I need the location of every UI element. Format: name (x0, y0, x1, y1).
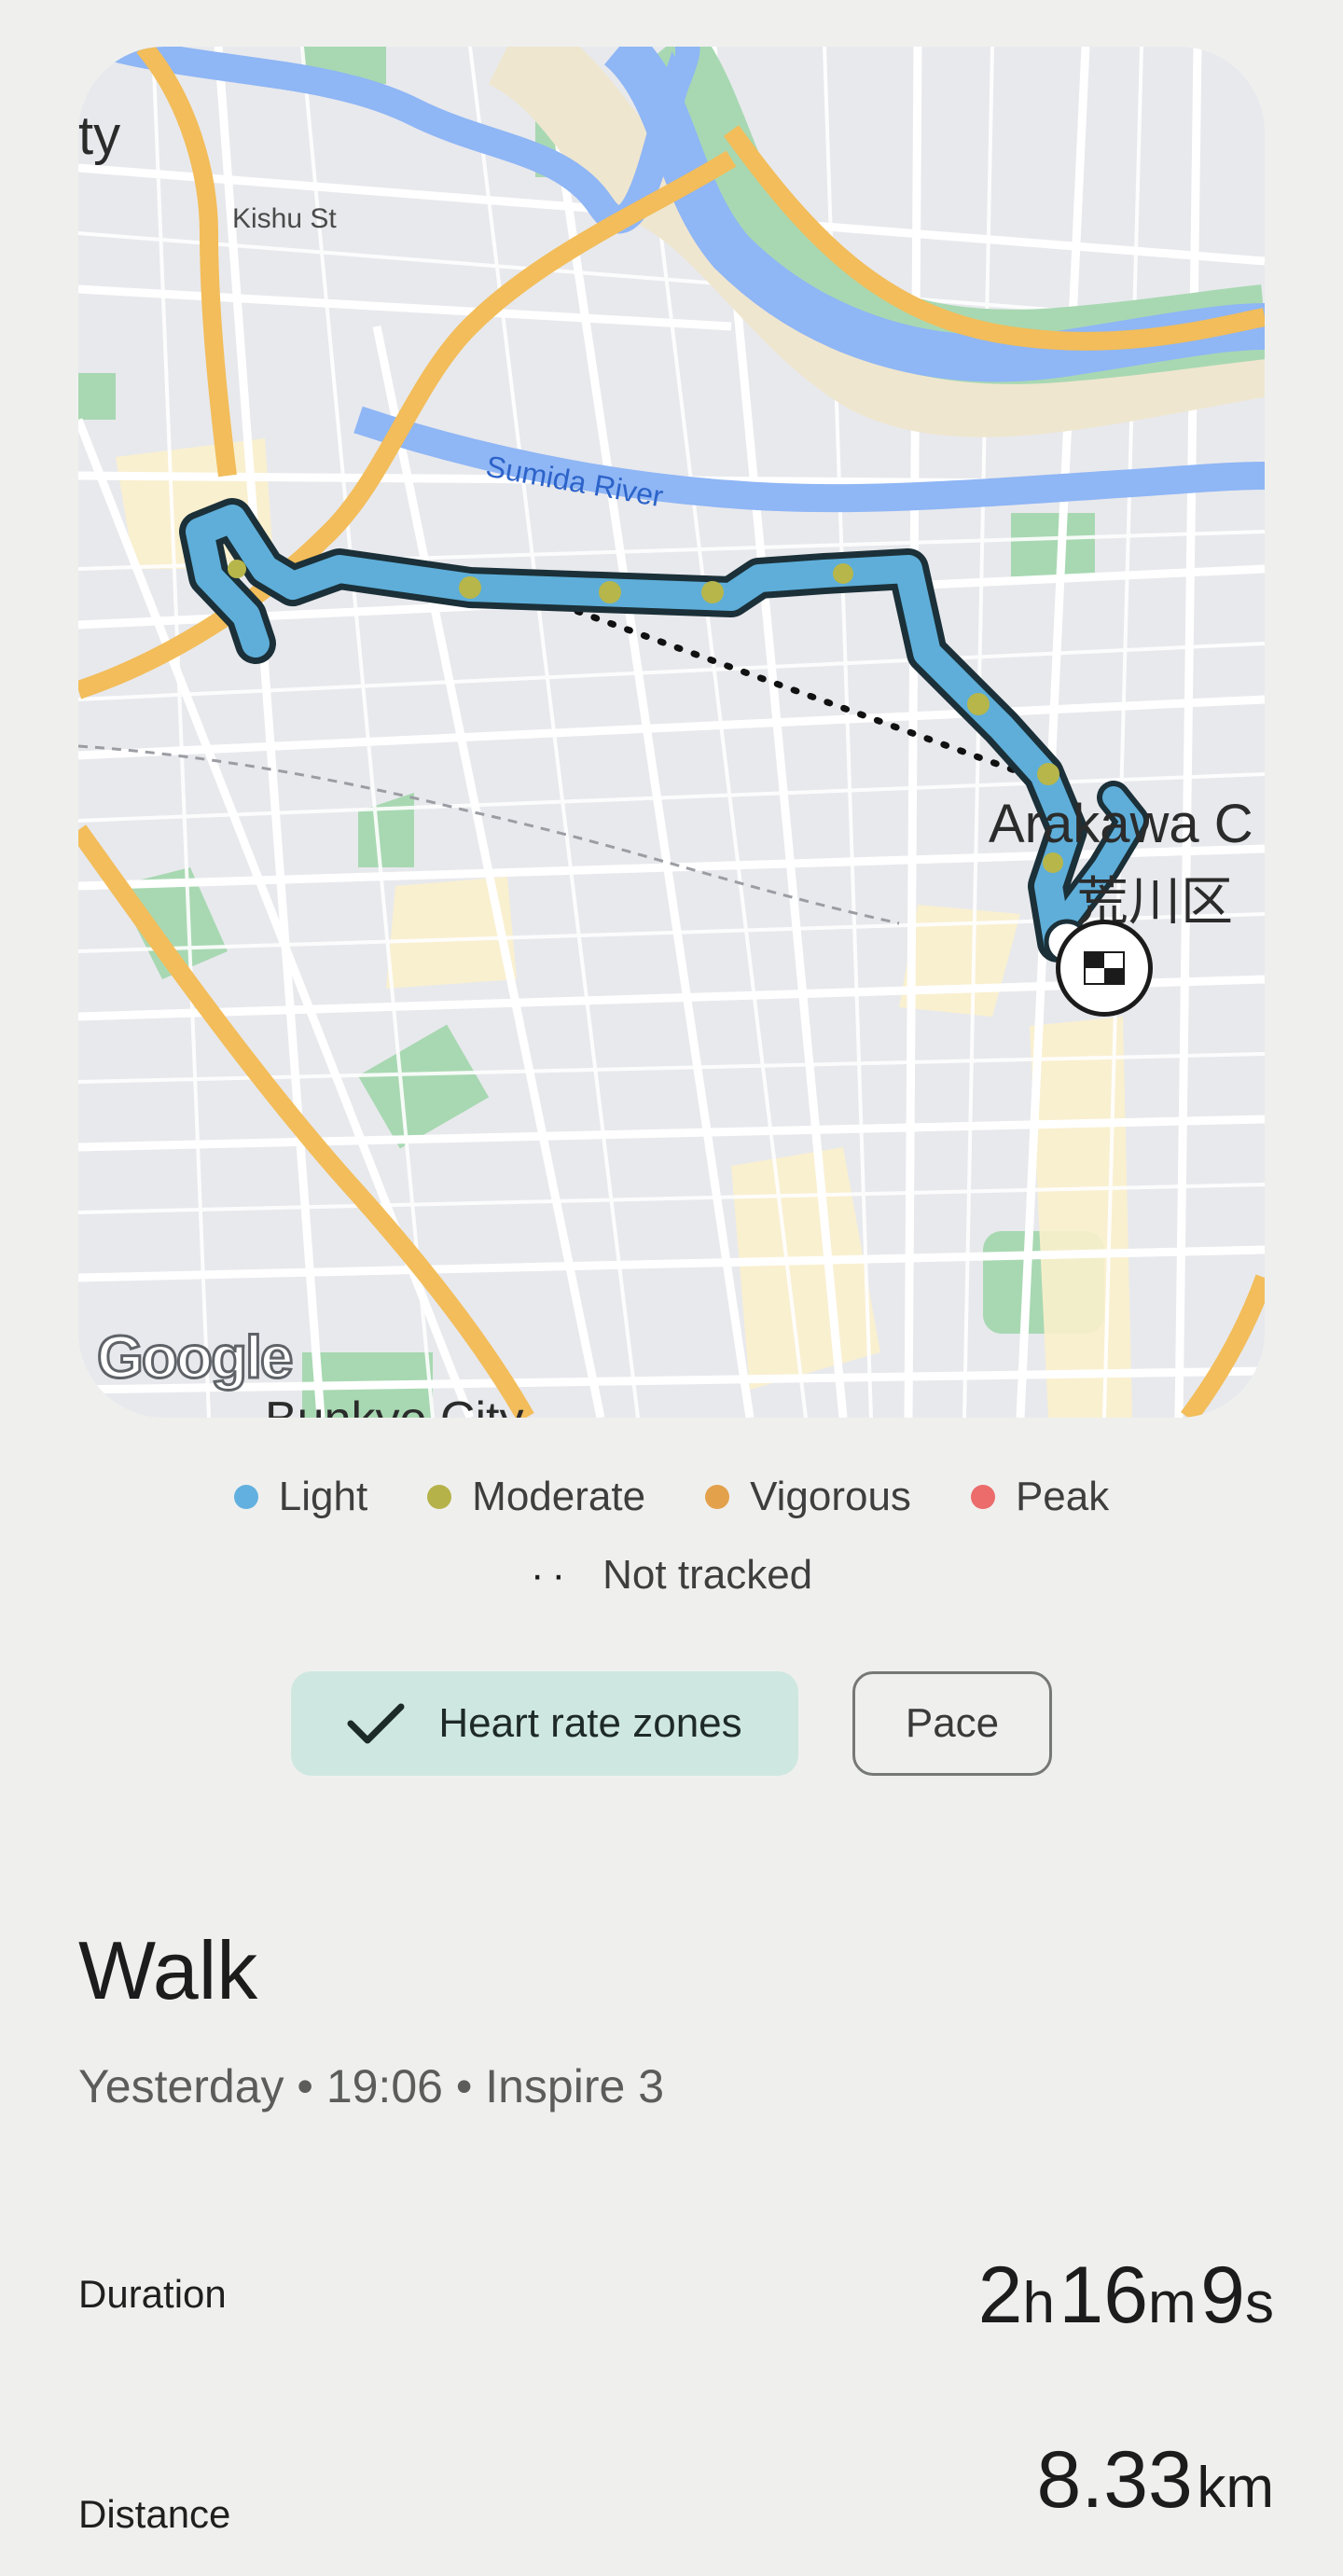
legend-item-peak: Peak (970, 1474, 1109, 1520)
duration-label: Duration (78, 2272, 227, 2316)
google-logo: Google (95, 1323, 294, 1392)
finish-marker[interactable] (1056, 920, 1153, 1017)
map-mode-toggles: Heart rate zones Pace (0, 1671, 1343, 1776)
peak-dot-icon (970, 1485, 995, 1509)
map-label-city: ty (78, 105, 121, 166)
legend-zones: Light Moderate Vigorous Peak (0, 1469, 1343, 1525)
route-map[interactable]: ty Kishu St Sumida River Arakawa C 荒川区 B… (78, 47, 1265, 1418)
check-icon (347, 1703, 405, 1744)
activity-title: Walk (78, 1924, 258, 2016)
distance-label: Distance (78, 2492, 231, 2536)
heart-rate-zones-label: Heart rate zones (438, 1700, 742, 1746)
duration-value: 2h 16m 9s (977, 2251, 1274, 2340)
activity-subtitle: Yesterday • 19:06 • Inspire 3 (78, 2060, 665, 2112)
map-label-bunkyo: Bunkyo City (265, 1392, 523, 1418)
distance-value: 8.33 km (1036, 2435, 1275, 2525)
map-label-arakawa: Arakawa C (989, 794, 1253, 854)
map-legend: Light Moderate Vigorous Peak ·· Not trac… (0, 1469, 1343, 1603)
legend-not-tracked: ·· Not tracked (0, 1547, 1343, 1603)
legend-item-moderate: Moderate (427, 1474, 645, 1520)
heart-rate-zones-chip[interactable]: Heart rate zones (291, 1671, 798, 1776)
legend-item-light: Light (233, 1474, 367, 1520)
checkered-flag-icon (1084, 951, 1125, 985)
legend-item-not-tracked: ·· Not tracked (530, 1552, 813, 1598)
map-label-kishu-st: Kishu St (232, 203, 337, 234)
light-dot-icon (233, 1485, 258, 1509)
legend-item-vigorous: Vigorous (705, 1474, 911, 1520)
moderate-dot-icon (427, 1485, 452, 1509)
pace-label: Pace (905, 1700, 1000, 1746)
dotted-line-icon: ·· (530, 1552, 574, 1598)
vigorous-dot-icon (705, 1485, 730, 1509)
map-canvas (78, 47, 1265, 1418)
pace-chip[interactable]: Pace (852, 1671, 1052, 1776)
